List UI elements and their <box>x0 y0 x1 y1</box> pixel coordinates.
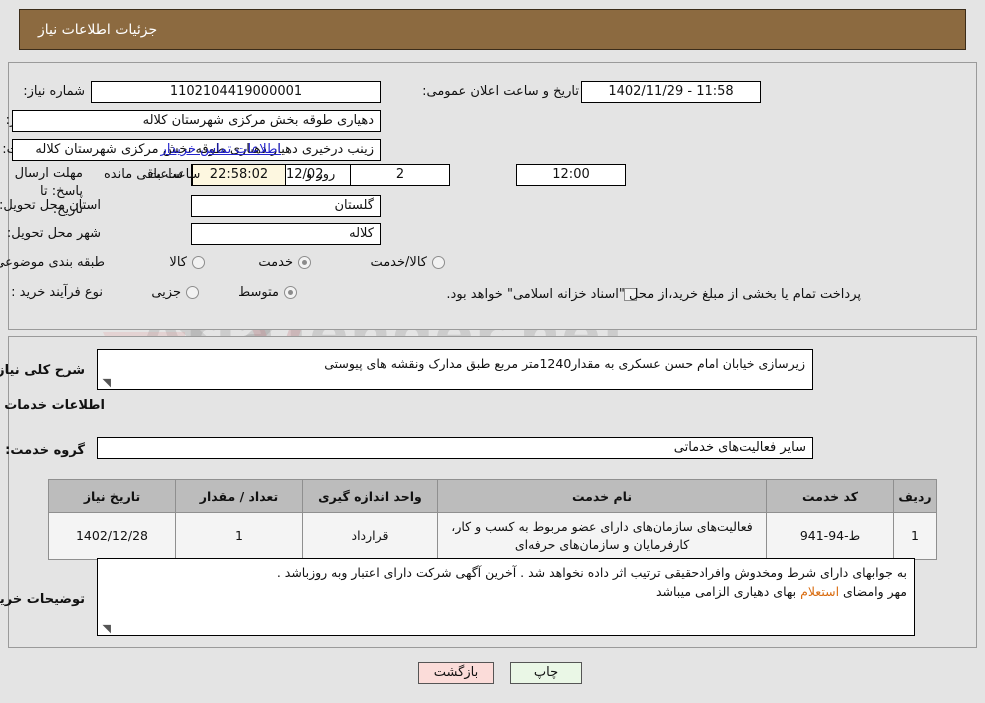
buyer-notes-line-2: مهر وامضای استعلام بهای دهیاری الزامی می… <box>105 582 907 601</box>
buyer-contact-link[interactable]: اطلاعات تماس خریدار <box>161 142 281 157</box>
deadline-hour-value: 12:00 <box>516 164 626 186</box>
purchase-type-option-motavaset-label: متوسط <box>238 285 279 300</box>
general-description-value: زیرسازی خیابان امام حسن عسکری به مقدار12… <box>324 356 805 371</box>
delivery-city-label: شهر محل تحویل: <box>6 226 101 241</box>
islamic-treasury-label: پرداخت تمام یا بخشی از مبلغ خرید،از محل … <box>446 287 861 302</box>
back-button[interactable]: بازگشت <box>418 662 494 684</box>
radio-khedmat-icon[interactable] <box>298 256 311 269</box>
purchase-process-type-label: نوع فرآیند خرید : <box>11 285 103 300</box>
table-row: 1 ط-94-941 فعالیت‌های سازمان‌های دارای ع… <box>48 512 937 560</box>
remaining-hours-label: ساعت باقی مانده <box>104 167 201 182</box>
need-number-value: 1102104419000001 <box>91 81 381 103</box>
cell-row-no: 1 <box>893 512 937 560</box>
radio-jozei-icon[interactable] <box>186 286 199 299</box>
col-quantity: تعداد / مقدار <box>175 479 303 513</box>
purchase-type-option-jozei-label: جزیی <box>151 285 181 300</box>
buyer-notes-line-2-post: بهای دهیاری الزامی میباشد <box>655 584 801 599</box>
purchase-type-option-jozei[interactable]: جزیی <box>151 285 199 300</box>
buyer-notes-line-2-pre: مهر وامضای <box>839 584 907 599</box>
remaining-days-label: روز و <box>306 167 336 182</box>
announce-datetime-label: تاریخ و ساعت اعلان عمومی: <box>422 84 579 99</box>
subject-category-label: طبقه بندی موضوعی: <box>0 255 105 270</box>
cell-need-date: 1402/12/28 <box>48 512 176 560</box>
services-table: ردیف کد خدمت نام خدمت واحد اندازه گیری ت… <box>48 479 937 560</box>
purchase-type-option-motavaset[interactable]: متوسط <box>238 285 297 300</box>
general-description-label: شرح کلی نیاز: <box>0 363 85 378</box>
cell-service-name: فعالیت‌های سازمان‌های دارای عضو مربوط به… <box>437 512 767 560</box>
category-option-khedmat-label: خدمت <box>258 255 293 270</box>
service-group-value: سایر فعالیت‌های خدماتی <box>97 437 813 459</box>
buyer-notes-textarea[interactable]: به جوابهای دارای شرط ومخدوش وافرادحقیقی … <box>97 558 915 636</box>
need-number-label: شماره نیاز: <box>23 84 85 99</box>
announce-datetime-value: 11:58 - 1402/11/29 <box>581 81 761 103</box>
delivery-province-value: گلستان <box>191 195 381 217</box>
radio-kala-khedmat-icon[interactable] <box>432 256 445 269</box>
table-header-row: ردیف کد خدمت نام خدمت واحد اندازه گیری ت… <box>48 479 937 513</box>
col-service-name: نام خدمت <box>437 479 767 513</box>
buyer-notes-line-1: به جوابهای دارای شرط ومخدوش وافرادحقیقی … <box>276 565 907 580</box>
col-need-date: تاریخ نیاز <box>48 479 176 513</box>
general-description-textarea[interactable]: زیرسازی خیابان امام حسن عسکری به مقدار12… <box>97 349 813 390</box>
col-service-code: کد خدمت <box>766 479 894 513</box>
col-unit: واحد اندازه گیری <box>302 479 438 513</box>
cell-unit: قرارداد <box>302 512 438 560</box>
category-option-kala-khedmat[interactable]: کالا/خدمت <box>370 255 445 270</box>
category-option-khedmat[interactable]: خدمت <box>258 255 311 270</box>
resize-grip-icon[interactable]: ◥ <box>101 623 111 634</box>
resize-grip-icon[interactable]: ◥ <box>101 377 111 388</box>
service-group-label: گروه خدمت: <box>5 443 85 458</box>
delivery-city-value: کلاله <box>191 223 381 245</box>
radio-motavaset-icon[interactable] <box>284 286 297 299</box>
buyer-notes-label: توضیحات خریدار: <box>0 592 85 607</box>
buyer-organization-value: دهیاری طوقه بخش مرکزی شهرستان کلاله <box>12 110 381 132</box>
cell-service-code: ط-94-941 <box>766 512 894 560</box>
category-option-kala-label: کالا <box>169 255 187 270</box>
services-section-title: اطلاعات خدمات مورد نیاز <box>0 398 105 413</box>
page-title: جزئیات اطلاعات نیاز <box>38 21 158 38</box>
remaining-days-value: 2 <box>350 164 450 186</box>
category-option-kala-khedmat-label: کالا/خدمت <box>370 255 427 270</box>
print-button[interactable]: چاپ <box>510 662 582 684</box>
category-option-kala[interactable]: کالا <box>169 255 205 270</box>
countdown-timer-value: 22:58:02 <box>192 164 286 186</box>
page-root: AriaTender.net V جزئیات اطلاعات نیاز شما… <box>0 0 985 703</box>
radio-kala-icon[interactable] <box>192 256 205 269</box>
page-title-bar: جزئیات اطلاعات نیاز <box>19 9 966 50</box>
delivery-province-label: استان محل تحویل: <box>0 198 101 213</box>
buyer-notes-highlight: استعلام <box>800 584 840 599</box>
cell-quantity: 1 <box>175 512 303 560</box>
col-row-no: ردیف <box>893 479 937 513</box>
